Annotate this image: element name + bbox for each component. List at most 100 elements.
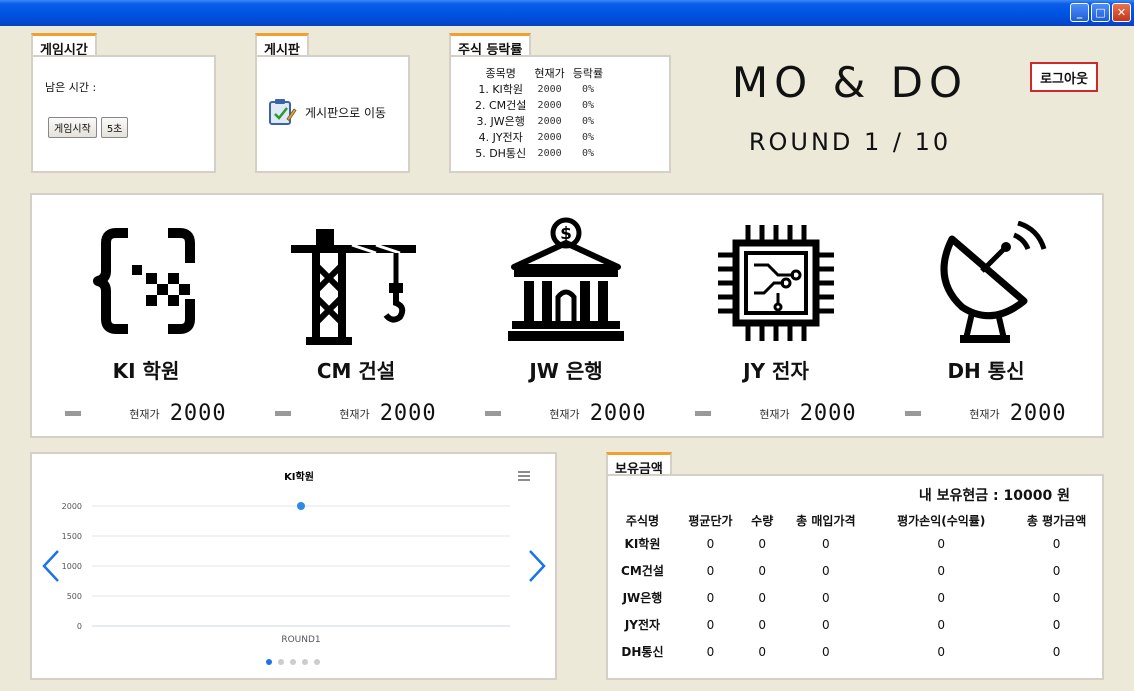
crane-icon xyxy=(291,229,416,345)
holdings-tab[interactable]: 보유금액 xyxy=(606,452,672,477)
y-tick-label: 500 xyxy=(67,592,82,601)
change-indicator xyxy=(275,411,292,416)
cell: 0 xyxy=(822,644,830,659)
cell: 0 xyxy=(822,563,830,578)
column-header: 평가손익(수익률) xyxy=(897,513,986,528)
column-header: 등락률 xyxy=(572,67,604,80)
price-label: 현재가 xyxy=(969,407,1000,421)
change-indicator xyxy=(485,411,502,416)
company-card-jw[interactable]: $ JW 은행 현재가 2000 xyxy=(466,215,666,435)
cell: 0 xyxy=(822,590,830,605)
company-name: JW 은행 xyxy=(529,359,603,383)
column-header: 수량 xyxy=(751,513,774,528)
table-row: 5. DH통신 2000 0% xyxy=(471,145,607,161)
cell: 0 xyxy=(758,644,767,659)
close-button[interactable]: ✕ xyxy=(1112,3,1131,22)
y-tick-label: 2000 xyxy=(62,502,82,511)
stock-price: 2000 xyxy=(537,115,562,127)
column-header: 평균단가 xyxy=(688,513,733,528)
stock-name: 3. JW은행 xyxy=(476,115,525,128)
board-link-label: 게시판으로 이동 xyxy=(305,105,387,120)
stock-change: 0% xyxy=(581,147,594,159)
maximize-button[interactable]: □ xyxy=(1091,3,1110,22)
minimize-button[interactable]: _ xyxy=(1070,3,1089,22)
cell: 0 xyxy=(937,536,946,551)
page-dot-active[interactable] xyxy=(266,659,272,665)
code-block-icon xyxy=(93,228,195,334)
page-dot[interactable] xyxy=(278,659,284,665)
cell: 0 xyxy=(758,563,767,578)
page-dot[interactable] xyxy=(290,659,296,665)
table-row: KI학원 0 0 0 0 0 xyxy=(609,530,1103,557)
stock-price: 2000 xyxy=(537,147,562,159)
stock-chart: KI학원 0 500 1000 1500 2000 ROUND1 xyxy=(42,470,546,665)
page-dot[interactable] xyxy=(302,659,308,665)
cell: 0 xyxy=(1052,563,1061,578)
board-panel: 게시판으로 이동 xyxy=(255,55,410,173)
bank-icon: $ xyxy=(508,217,624,341)
company-card-cm[interactable]: CM 건설 현재가 2000 xyxy=(256,215,456,435)
stock-change: 0% xyxy=(581,115,594,127)
company-name: JY 전자 xyxy=(743,359,809,383)
game-time-tab[interactable]: 게임시간 xyxy=(31,33,97,58)
column-header: 총 매입가격 xyxy=(796,513,856,528)
chart-next-arrow-icon[interactable] xyxy=(529,550,546,582)
cell: 0 xyxy=(937,563,946,578)
cell: 0 xyxy=(1052,617,1061,632)
cell: 0 xyxy=(822,617,830,632)
column-header: 현재가 xyxy=(534,67,565,80)
price-label: 현재가 xyxy=(129,407,160,421)
round-indicator: ROUND 1 / 10 xyxy=(748,128,952,156)
price-label: 현재가 xyxy=(549,407,580,421)
current-price: 2000 xyxy=(169,401,227,426)
satellite-dish-icon xyxy=(940,221,1047,343)
y-tick-label: 1000 xyxy=(62,562,82,571)
cash-balance: 내 보유현금 : 10000 원 xyxy=(918,488,1070,504)
cell: 0 xyxy=(758,536,767,551)
cell: CM건설 xyxy=(621,564,664,578)
chart-pagination xyxy=(266,659,320,665)
chart-title: KI학원 xyxy=(284,470,314,483)
stock-ranking-table: 종목명 현재가 등락률 1. KI학원 2000 0% 2. CM건설 2000… xyxy=(471,65,607,161)
stock-name: 2. CM건설 xyxy=(475,99,527,112)
y-tick-label: 0 xyxy=(77,622,82,631)
cell: 0 xyxy=(937,644,946,659)
page-dot[interactable] xyxy=(314,659,320,665)
price-label: 현재가 xyxy=(759,407,790,421)
window-controls: _ □ ✕ xyxy=(1070,3,1131,22)
cell: 0 xyxy=(758,590,767,605)
cell: JW은행 xyxy=(622,591,663,605)
game-time-panel: 남은 시간 : 게임시작 5초 xyxy=(31,55,216,173)
time-setting-button[interactable]: 5초 xyxy=(100,117,129,138)
game-start-button[interactable]: 게임시작 xyxy=(48,117,97,138)
cell: 0 xyxy=(822,536,830,551)
cell: 0 xyxy=(706,644,715,659)
cell: 0 xyxy=(1052,644,1061,659)
column-header: 총 평가금액 xyxy=(1026,513,1087,528)
remaining-time-label: 남은 시간 : xyxy=(45,81,97,94)
cell: KI학원 xyxy=(624,537,661,551)
stock-price: 2000 xyxy=(537,83,562,95)
logout-button[interactable]: 로그아웃 xyxy=(1030,62,1098,92)
column-header: 주식명 xyxy=(625,513,660,528)
company-card-dh[interactable]: DH 통신 현재가 2000 xyxy=(886,215,1086,435)
company-card-jy[interactable]: JY 전자 현재가 2000 xyxy=(676,215,876,435)
company-name: KI 학원 xyxy=(112,359,180,383)
cell: JY전자 xyxy=(624,618,661,632)
company-name: CM 건설 xyxy=(316,359,396,383)
chip-icon xyxy=(718,225,834,341)
stock-ranking-tab[interactable]: 주식 등락률 xyxy=(449,33,532,58)
stock-name: 1. KI학원 xyxy=(478,83,524,96)
y-tick-label: 1500 xyxy=(62,532,82,541)
chart-menu-icon[interactable] xyxy=(518,471,530,481)
board-tab[interactable]: 게시판 xyxy=(255,33,309,58)
cell: 0 xyxy=(937,590,946,605)
data-point[interactable] xyxy=(297,502,305,510)
stock-change: 0% xyxy=(581,131,594,143)
board-link[interactable]: 게시판으로 이동 xyxy=(267,97,386,127)
chart-prev-arrow-icon[interactable] xyxy=(42,550,59,582)
stock-change: 0% xyxy=(581,83,594,95)
company-card-ki[interactable]: KI 학원 현재가 2000 xyxy=(46,215,246,435)
holdings-table: 주식명 평균단가 수량 총 매입가격 평가손익(수익률) 총 평가금액 KI학원… xyxy=(609,510,1103,665)
stock-price: 2000 xyxy=(537,99,562,111)
